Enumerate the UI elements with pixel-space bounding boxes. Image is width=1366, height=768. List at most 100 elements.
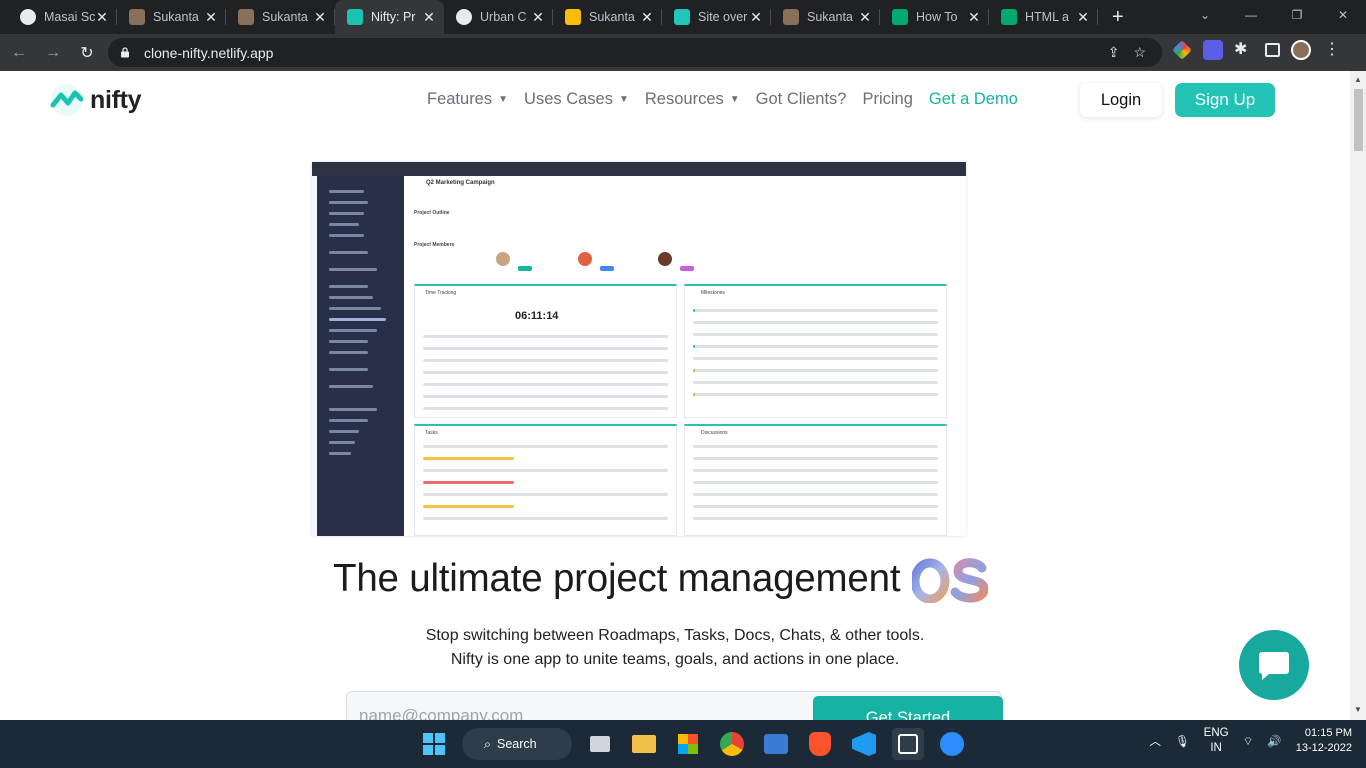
browser-tab[interactable]: Sukanta ✕	[117, 0, 226, 34]
close-tab-icon[interactable]: ✕	[313, 9, 327, 26]
close-window-button[interactable]: ✕	[1320, 0, 1366, 34]
nav-resources[interactable]: Resources ▼	[645, 90, 740, 109]
preview-sidebar	[317, 176, 404, 536]
forward-button[interactable]: →	[38, 44, 68, 62]
restore-button[interactable]: ❐	[1274, 0, 1320, 34]
wifi-icon[interactable]: ⌔	[1243, 734, 1254, 749]
tab-search-icon[interactable]: ⌄	[1182, 0, 1228, 34]
signup-button[interactable]: Sign Up	[1175, 83, 1275, 117]
snipping-tool-icon[interactable]	[892, 728, 924, 760]
minimize-button[interactable]: —	[1228, 0, 1274, 34]
os-gradient-graphic	[912, 558, 989, 603]
nav-use-cases[interactable]: Uses Cases ▼	[524, 90, 629, 109]
nifty-icon	[347, 9, 363, 25]
url-bar[interactable]: clone-nifty.netlify.app ⇪ ☆	[108, 38, 1162, 67]
preview-milestones-label: Milestones	[701, 290, 725, 296]
w3schools-icon	[892, 9, 908, 25]
language-indicator[interactable]: ENG IN	[1204, 726, 1229, 756]
browser-tab[interactable]: Sukanta ✕	[553, 0, 662, 34]
scroll-up-arrow-icon[interactable]: ▲	[1354, 75, 1362, 84]
microsoft-store-icon[interactable]	[672, 728, 704, 760]
file-explorer-icon[interactable]	[628, 728, 660, 760]
browser-tab-title: Sukanta	[262, 10, 308, 24]
browser-tab[interactable]: How To ✕	[880, 0, 989, 34]
close-tab-icon[interactable]: ✕	[95, 9, 109, 26]
browser-tab-title: Nifty: Pr	[371, 10, 416, 24]
email-signup-form: Get Started	[346, 691, 1003, 720]
zoom-icon[interactable]	[936, 728, 968, 760]
close-tab-icon[interactable]: ✕	[422, 9, 436, 26]
chat-widget-button[interactable]	[1239, 630, 1309, 700]
email-field[interactable]	[359, 706, 799, 720]
ai-extension-icon[interactable]	[1203, 40, 1223, 60]
preview-outline-label: Project Outline	[414, 210, 450, 216]
browser-tab[interactable]: Masai Sc ✕	[8, 0, 117, 34]
nav-get-demo[interactable]: Get a Demo	[929, 90, 1018, 109]
browser-tab-strip: Masai Sc ✕ Sukanta ✕ Sukanta ✕ Nifty: Pr ✕ Urban…	[0, 0, 1366, 34]
browser-tab[interactable]: Site over ✕	[662, 0, 771, 34]
brave-icon[interactable]	[804, 728, 836, 760]
browser-toolbar: ← → ↻ clone-nifty.netlify.app ⇪ ☆ ✱ ⋮	[0, 34, 1366, 71]
hero-subtitle-line2: Nifty is one app to unite teams, goals, …	[450, 651, 900, 668]
browser-tab[interactable]: HTML a ✕	[989, 0, 1098, 34]
preview-top-bar	[312, 162, 966, 176]
github-icon	[20, 9, 36, 25]
browser-tab[interactable]: Sukanta ✕	[771, 0, 880, 34]
close-tab-icon[interactable]: ✕	[858, 9, 872, 26]
url-text: clone-nifty.netlify.app	[144, 44, 274, 61]
get-started-button[interactable]: Get Started	[813, 696, 1003, 720]
task-view-icon[interactable]	[584, 728, 616, 760]
preview-main: Q2 Marketing Campaign Project Outline Pr…	[404, 176, 966, 536]
close-tab-icon[interactable]: ✕	[1076, 9, 1090, 26]
clock[interactable]: 01:15 PM 13-12-2022	[1296, 726, 1352, 756]
close-tab-icon[interactable]: ✕	[204, 9, 218, 26]
browser-tab-title: Urban C	[480, 10, 527, 24]
scroll-down-arrow-icon[interactable]: ▼	[1354, 705, 1362, 714]
chevron-up-icon[interactable]: ︿	[1150, 733, 1162, 749]
browser-tab[interactable]: Urban C ✕	[444, 0, 553, 34]
nav-got-clients[interactable]: Got Clients?	[756, 90, 847, 109]
preview-discussions-label: Discussions	[701, 430, 728, 436]
close-tab-icon[interactable]: ✕	[640, 9, 654, 26]
volume-icon[interactable]: 🔊	[1267, 734, 1281, 748]
side-panel-icon[interactable]	[1265, 43, 1280, 57]
preview-milestones-card: Milestones	[684, 284, 947, 418]
extensions-puzzle-icon[interactable]: ✱	[1234, 40, 1254, 60]
close-tab-icon[interactable]: ✕	[531, 9, 545, 26]
bookmark-star-icon[interactable]: ☆	[1133, 44, 1146, 61]
new-tab-button[interactable]: +	[1112, 6, 1124, 29]
nifty-logo[interactable]: nifty	[50, 83, 142, 117]
windows-taskbar: ⌕ Search ︿ 🎙 ENG IN ⌔ 🔊 01:15 PM 13-12-20…	[0, 720, 1366, 768]
page-scrollbar[interactable]: ▲ ▼	[1350, 71, 1366, 720]
windows-start-icon[interactable]	[418, 728, 450, 760]
browser-tab[interactable]: Nifty: Pr ✕	[335, 0, 444, 34]
github-icon	[456, 9, 472, 25]
system-tray: ︿ 🎙 ENG IN ⌔ 🔊 01:15 PM 13-12-2022	[1150, 726, 1352, 756]
close-tab-icon[interactable]: ✕	[967, 9, 981, 26]
brand-name: nifty	[90, 85, 142, 114]
lock-icon	[121, 47, 129, 58]
app-preview-image: Q2 Marketing Campaign Project Outline Pr…	[312, 162, 966, 536]
taskbar-search-label: Search	[497, 737, 537, 751]
vscode-icon[interactable]	[848, 728, 880, 760]
profile-avatar[interactable]	[1291, 40, 1311, 60]
menu-kebab-icon[interactable]: ⋮	[1322, 40, 1342, 60]
chrome-icon[interactable]	[716, 728, 748, 760]
share-icon[interactable]: ⇪	[1108, 44, 1120, 61]
reload-button[interactable]: ↻	[72, 43, 102, 63]
login-button[interactable]: Login	[1080, 83, 1162, 117]
back-button[interactable]: ←	[4, 44, 34, 62]
nav-pricing[interactable]: Pricing	[862, 90, 912, 109]
close-tab-icon[interactable]: ✕	[749, 9, 763, 26]
scrollbar-thumb[interactable]	[1354, 89, 1363, 151]
photos-icon[interactable]	[760, 728, 792, 760]
nifty-logo-icon	[50, 84, 84, 116]
microphone-icon[interactable]: 🎙	[1175, 734, 1190, 748]
preview-discussions-card: Discussions	[684, 424, 947, 536]
window-controls: ⌄ — ❐ ✕	[1182, 0, 1366, 34]
browser-tab[interactable]: Sukanta ✕	[226, 0, 335, 34]
color-extension-icon[interactable]	[1172, 40, 1192, 60]
hero-headline: The ultimate project management	[333, 555, 989, 603]
nav-features[interactable]: Features ▼	[427, 90, 508, 109]
taskbar-search[interactable]: ⌕ Search	[462, 728, 572, 760]
